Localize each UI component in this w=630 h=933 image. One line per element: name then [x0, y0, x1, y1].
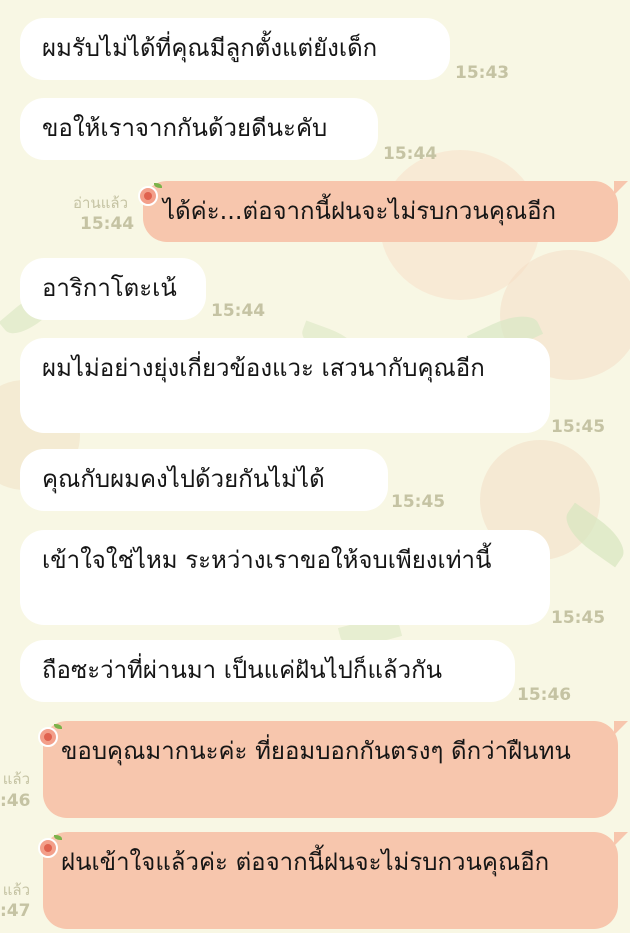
- message-text: ขอบคุณมากนะค่ะ ที่ยอมบอกกันตรงๆ ดีกว่าฝื…: [61, 737, 571, 765]
- message-text: เข้าใจใช่ไหม ระหว่างเราขอให้จบเพียงเท่าน…: [42, 546, 492, 574]
- message-text: ถือซะว่าที่ผ่านมา เป็นแค่ฝันไปก็แล้วกัน: [42, 656, 443, 684]
- read-receipt: แล้ว: [2, 881, 30, 899]
- read-receipt: อ่านแล้ว: [73, 194, 128, 212]
- incoming-message-bubble[interactable]: อาริกาโตะเน้: [20, 258, 206, 320]
- message-time: 15:45: [551, 608, 606, 628]
- incoming-message-bubble[interactable]: ขอให้เราจากกันด้วยดีนะคับ: [20, 98, 378, 160]
- avatar: [38, 724, 62, 747]
- avatar: [138, 183, 162, 206]
- message-time: 15:44: [383, 144, 438, 164]
- incoming-message-bubble[interactable]: ผมรับไม่ได้ที่คุณมีลูกตั้งแต่ยังเด็ก: [20, 18, 450, 80]
- message-text: คุณกับผมคงไปด้วยกันไม่ได้: [42, 465, 325, 493]
- message-time: 15:44: [211, 301, 266, 321]
- avatar: [38, 835, 62, 858]
- outgoing-message-bubble[interactable]: ขอบคุณมากนะค่ะ ที่ยอมบอกกันตรงๆ ดีกว่าฝื…: [43, 721, 628, 818]
- message-text: ผมไม่อย่างยุ่งเกี่ยวข้องแวะ เสวนากับคุณอ…: [42, 354, 485, 382]
- message-time: 15:46: [517, 685, 572, 705]
- message-time: 15:44: [80, 214, 135, 234]
- message-text: อาริกาโตะเน้: [42, 274, 177, 302]
- message-text: ผมรับไม่ได้ที่คุณมีลูกตั้งแต่ยังเด็ก: [42, 34, 378, 62]
- incoming-message-bubble[interactable]: เข้าใจใช่ไหม ระหว่างเราขอให้จบเพียงเท่าน…: [20, 530, 550, 625]
- message-time: :47: [0, 901, 31, 921]
- incoming-message-bubble[interactable]: ถือซะว่าที่ผ่านมา เป็นแค่ฝันไปก็แล้วกัน: [20, 640, 515, 702]
- message-time: 15:45: [551, 417, 606, 437]
- incoming-message-bubble[interactable]: คุณกับผมคงไปด้วยกันไม่ได้: [20, 449, 388, 511]
- message-text: ได้ค่ะ...ต่อจากนี้ฝนจะไม่รบกวนคุณอีก: [163, 197, 557, 225]
- message-time: :46: [0, 791, 31, 811]
- message-text: ขอให้เราจากกันด้วยดีนะคับ: [42, 114, 328, 142]
- outgoing-message-bubble[interactable]: ได้ค่ะ...ต่อจากนี้ฝนจะไม่รบกวนคุณอีก: [143, 181, 628, 242]
- read-receipt: แล้ว: [2, 770, 30, 788]
- message-text: ฝนเข้าใจแล้วค่ะ ต่อจากนี้ฝนจะไม่รบกวนคุณ…: [61, 848, 550, 876]
- message-time: 15:45: [391, 492, 446, 512]
- outgoing-message-bubble[interactable]: ฝนเข้าใจแล้วค่ะ ต่อจากนี้ฝนจะไม่รบกวนคุณ…: [43, 832, 628, 929]
- incoming-message-bubble[interactable]: ผมไม่อย่างยุ่งเกี่ยวข้องแวะ เสวนากับคุณอ…: [20, 338, 550, 433]
- message-time: 15:43: [455, 63, 510, 83]
